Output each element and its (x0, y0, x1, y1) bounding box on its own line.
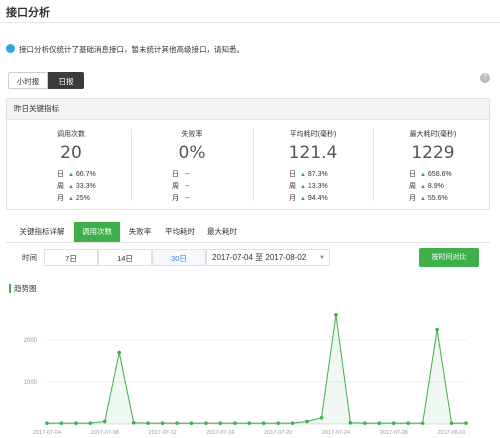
data-point (435, 327, 439, 332)
data-point (160, 421, 165, 425)
metric-value: 0% (178, 143, 206, 163)
data-point (45, 421, 49, 425)
x-tick-label: 2017-07-28 (380, 430, 408, 436)
time-label: 时间 (22, 253, 37, 262)
x-tick-label: 2017-08-01 (437, 430, 465, 436)
data-point (377, 421, 382, 425)
metric-row: 月 -- (172, 195, 190, 202)
data-point (290, 421, 295, 425)
metric-row: 日 -- (172, 171, 190, 178)
data-point (59, 421, 64, 425)
data-point (131, 420, 136, 425)
compare-by-time-button[interactable]: 按时间对比 (419, 248, 479, 267)
data-point (88, 421, 93, 425)
range-30d-button[interactable]: 30日 (152, 249, 206, 266)
metric-row: 周 ▲ 8.9% (409, 183, 444, 190)
x-tick-label: 2017-07-24 (322, 430, 350, 436)
x-tick-label: 2017-07-20 (264, 430, 292, 436)
series-area (47, 314, 466, 424)
metric-name: 调用次数 (57, 131, 85, 138)
data-point (406, 421, 411, 425)
range-14d-button[interactable]: 14日 (98, 249, 152, 266)
metric-value: 121.4 (288, 143, 338, 163)
tab-failure-rate[interactable]: 失败率 (122, 222, 158, 242)
divider (131, 129, 132, 201)
chevron-down-icon: ▼ (319, 255, 325, 261)
title-bar: 接口分析 (0, 0, 500, 23)
tab-avg-time[interactable]: 平均耗时 (160, 222, 200, 242)
info-icon (6, 44, 15, 53)
trend-chart: 1000 2000 2017-07-04 2017-07-08 2017-07-12 20… (24, 313, 468, 436)
metric-row: 日 ▲ 66.7% (57, 171, 96, 178)
data-point (247, 421, 252, 425)
data-point (420, 421, 425, 425)
metric-row: 周 ▲ 33.3% (57, 183, 96, 190)
data-point (117, 350, 122, 355)
metric-row: 日 ▲ 87.3% (289, 171, 328, 178)
x-tick-label: 2017-07-16 (206, 430, 234, 436)
data-point (261, 421, 266, 425)
tab-max-time[interactable]: 最大耗时 (202, 222, 242, 242)
x-tick-label: 2017-07-12 (149, 430, 177, 436)
data-point (175, 421, 179, 425)
divider (373, 129, 374, 201)
metric-name: 失败率 (181, 131, 203, 138)
metric-row: 月 ▲ 94.4% (289, 195, 328, 202)
data-point (276, 421, 280, 425)
divider (253, 129, 254, 201)
data-point (204, 421, 208, 425)
range-7d-button[interactable]: 7日 (44, 249, 98, 266)
notice-text: 接口分析仅统计了基础消息接口，暂未统计其他高级接口，请知悉。 (19, 45, 244, 54)
key-metrics-card: 昨日关键指标 调用次数 20 日 ▲ 66.7% 周 ▲ 33.3% 月 ▲ 25% … (6, 98, 490, 210)
data-point (218, 421, 223, 425)
metric-name: 平均耗时(毫秒) (289, 131, 337, 138)
tab-key-metrics[interactable]: 关键指标详解 (12, 222, 72, 242)
date-range-picker[interactable]: 2017-07-04 至 2017-08-02 ▼ (206, 249, 330, 266)
data-point (146, 421, 150, 425)
tab-call-count[interactable]: 调用次数 (74, 222, 120, 242)
data-point (189, 421, 194, 425)
metric-row: 周 -- (172, 183, 190, 190)
page-title: 接口分析 (6, 7, 50, 19)
y-tick-label: 2000 (24, 338, 38, 344)
data-point (334, 313, 338, 317)
metric-row: 周 ▲ 13.3% (289, 183, 328, 190)
data-point (74, 421, 78, 425)
data-point (449, 421, 454, 425)
data-point (391, 421, 396, 425)
metric-value: 1229 (411, 143, 455, 163)
data-point (233, 421, 237, 425)
x-tick-label: 2017-07-04 (33, 430, 61, 436)
hourly-report-button[interactable]: 小时报 (8, 72, 48, 89)
data-point (348, 420, 353, 425)
metric-row: 月 ▲ 55.6% (409, 195, 448, 202)
data-point (363, 421, 367, 425)
key-metrics-title: 昨日关键指标 (7, 99, 489, 120)
detail-tabs: 关键指标详解 调用次数 失败率 平均耗时 最大耗时 (6, 222, 490, 243)
daily-report-button[interactable]: 日报 (48, 72, 84, 89)
data-point (102, 419, 107, 424)
help-icon[interactable]: ? (480, 73, 490, 83)
data-point (305, 419, 309, 424)
metric-name: 最大耗时(毫秒) (409, 131, 457, 138)
metric-row: 日 ▲ 658.6% (409, 171, 452, 178)
x-tick-label: 2017-07-08 (91, 430, 119, 436)
metric-row: 月 ▲ 25% (57, 195, 90, 202)
metric-value: 20 (60, 143, 82, 163)
date-range-text: 2017-07-04 至 2017-08-02 (212, 253, 307, 262)
data-point (319, 415, 324, 420)
data-point (464, 421, 468, 425)
y-tick-label: 1000 (24, 380, 38, 386)
